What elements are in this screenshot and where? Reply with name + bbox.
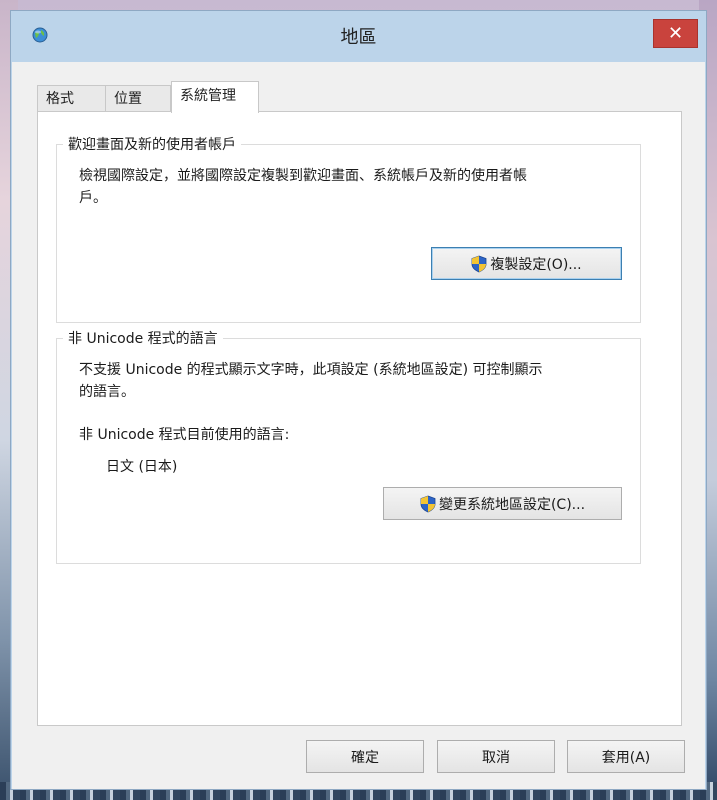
current-language-label: 非 Unicode 程式目前使用的語言:: [79, 427, 290, 443]
welcome-group-title: 歡迎畫面及新的使用者帳戶: [63, 134, 241, 154]
non-unicode-group-title: 非 Unicode 程式的語言: [63, 328, 223, 348]
non-unicode-description-line2: 的語言。: [79, 384, 135, 400]
copy-settings-button[interactable]: 複製設定(O)...: [431, 247, 622, 280]
ok-button[interactable]: 確定: [306, 740, 424, 773]
change-system-locale-button[interactable]: 變更系統地區設定(C)...: [383, 487, 622, 520]
tab-formats[interactable]: 格式: [37, 85, 106, 111]
copy-settings-label: 複製設定(O)...: [490, 256, 582, 273]
non-unicode-group: 非 Unicode 程式的語言 不支援 Unicode 的程式顯示文字時，此項設…: [56, 328, 641, 564]
cancel-button[interactable]: 取消: [437, 740, 555, 773]
welcome-screen-group: 歡迎畫面及新的使用者帳戶 檢視國際設定，並將國際設定複製到歡迎畫面、系統帳戶及新…: [56, 134, 641, 323]
close-icon: ✕: [667, 23, 684, 44]
close-button[interactable]: ✕: [653, 19, 698, 48]
welcome-description-line2: 戶。: [79, 190, 107, 206]
tab-administrative[interactable]: 系統管理: [171, 81, 259, 113]
non-unicode-description-line1: 不支援 Unicode 的程式顯示文字時，此項設定 (系統地區設定) 可控制顯示: [79, 362, 543, 378]
uac-shield-icon: [420, 495, 436, 512]
dialog-client-area: 格式 位置 系統管理 歡迎畫面及新的使用者帳戶 檢視國際設定，並將國際設定複製到…: [12, 62, 705, 789]
title-bar[interactable]: 地區 ✕: [11, 11, 706, 55]
region-dialog: 地區 ✕ 格式 位置 系統管理 歡迎畫面及新的使用者帳戶 檢視國際設定，並將國際…: [10, 10, 707, 790]
welcome-description-line1: 檢視國際設定，並將國際設定複製到歡迎畫面、系統帳戶及新的使用者帳: [79, 168, 527, 184]
apply-button[interactable]: 套用(A): [567, 740, 685, 773]
tab-location[interactable]: 位置: [105, 85, 171, 111]
administrative-tab-panel: 歡迎畫面及新的使用者帳戶 檢視國際設定，並將國際設定複製到歡迎畫面、系統帳戶及新…: [37, 111, 682, 726]
uac-shield-icon: [471, 255, 487, 272]
current-language-value: 日文 (日本): [106, 459, 178, 475]
change-system-locale-label: 變更系統地區設定(C)...: [438, 496, 586, 513]
window-title: 地區: [340, 27, 377, 48]
